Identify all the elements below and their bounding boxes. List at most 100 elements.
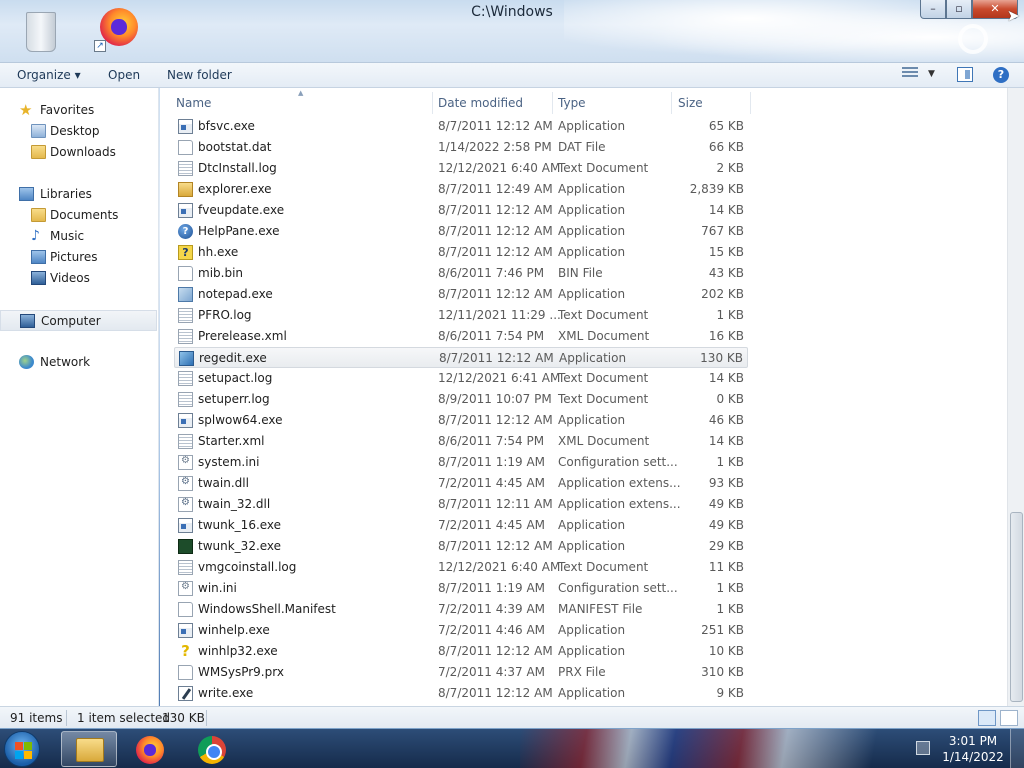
vertical-scrollbar[interactable]	[1007, 88, 1024, 706]
column-separator[interactable]	[432, 92, 433, 114]
file-type: MANIFEST File	[558, 602, 643, 616]
system-clock[interactable]: 3:01 PM 1/14/2022	[940, 733, 1006, 765]
table-row[interactable]: twunk_16.exe 7/2/2011 4:45 AM Application 4…	[174, 515, 748, 536]
help-icon[interactable]: ?	[993, 67, 1009, 83]
text-document-icon	[178, 161, 193, 176]
table-row[interactable]: twain.dll 7/2/2011 4:45 AM Application ext…	[174, 473, 748, 494]
table-row[interactable]: winhelp.exe 7/2/2011 4:46 AM Application 25…	[174, 620, 748, 641]
nav-downloads[interactable]: Downloads	[0, 142, 157, 163]
app-icon	[178, 119, 193, 134]
start-button[interactable]	[4, 731, 40, 767]
file-type: Application	[558, 203, 626, 217]
nav-libraries[interactable]: Libraries	[0, 184, 157, 205]
file-type: Text Document	[558, 161, 649, 175]
column-header-size[interactable]: Size	[678, 96, 703, 116]
column-separator[interactable]	[750, 92, 751, 114]
file-type: Configuration sett...	[558, 455, 678, 469]
config-file-icon	[178, 581, 193, 596]
table-row[interactable]: vmgcoinstall.log 12/12/2021 6:40 AM Text D…	[174, 557, 748, 578]
file-date-modified: 8/7/2011 12:12 AM	[438, 203, 553, 217]
file-type: Text Document	[558, 371, 649, 385]
nav-documents[interactable]: Documents	[0, 205, 157, 226]
status-separator	[206, 710, 207, 726]
taskbar-explorer-button[interactable]	[61, 731, 117, 767]
nav-pictures[interactable]: Pictures	[0, 247, 157, 268]
column-header-type[interactable]: Type	[558, 96, 586, 116]
file-name: winhlp32.exe	[198, 644, 278, 658]
table-row[interactable]: twunk_32.exe 8/7/2011 12:12 AM Application…	[174, 536, 748, 557]
file-size: 46 KB	[708, 413, 744, 427]
file-date-modified: 8/7/2011 12:12 AM	[438, 413, 553, 427]
preview-pane-icon[interactable]	[957, 67, 973, 82]
title-bar[interactable]: ↗ C:\Windows – ▫ ✕ ➤	[0, 0, 1024, 62]
table-row[interactable]: PFRO.log 12/11/2021 11:29 ... Text Documen…	[174, 305, 748, 326]
change-view-icon[interactable]	[902, 67, 918, 81]
nav-favorites-label: Favorites	[40, 103, 95, 117]
taskbar-chrome-button[interactable]	[184, 731, 240, 767]
table-row[interactable]: regedit.exe 8/7/2011 12:12 AM Application 1…	[174, 347, 748, 368]
details-view-icon[interactable]	[978, 710, 996, 726]
nav-desktop[interactable]: Desktop	[0, 121, 157, 142]
table-row[interactable]: Prerelease.xml 8/6/2011 7:54 PM XML Docume…	[174, 326, 748, 347]
config-file-icon	[178, 455, 193, 470]
show-desktop-button[interactable]	[1010, 729, 1024, 768]
file-name: win.ini	[198, 581, 237, 595]
network-icon	[19, 355, 34, 369]
table-row[interactable]: setupact.log 12/12/2021 6:41 AM Text Docum…	[174, 368, 748, 389]
new-folder-button[interactable]: New folder	[167, 68, 232, 82]
column-header-name[interactable]: Name	[176, 96, 211, 116]
help-document-icon: ?	[178, 245, 193, 260]
nav-pictures-label: Pictures	[50, 250, 98, 264]
column-header-date-modified[interactable]: Date modified	[438, 96, 523, 116]
nav-music-label: Music	[50, 229, 85, 243]
nav-desktop-label: Desktop	[50, 124, 100, 138]
file-size: 767 KB	[701, 224, 744, 238]
nav-music[interactable]: ♪ Music	[0, 226, 157, 247]
dll-icon	[178, 476, 193, 491]
file-size: 66 KB	[708, 140, 744, 154]
table-row[interactable]: mib.bin 8/6/2011 7:46 PM BIN File 43 KB	[174, 263, 748, 284]
column-separator[interactable]	[552, 92, 553, 114]
file-name: setuperr.log	[198, 392, 270, 406]
table-row[interactable]: explorer.exe 8/7/2011 12:49 AM Application…	[174, 179, 748, 200]
table-row[interactable]: ? HelpPane.exe 8/7/2011 12:12 AM Applicatio…	[174, 221, 748, 242]
scrollbar-thumb[interactable]	[1010, 512, 1023, 702]
file-type: Application	[558, 224, 626, 238]
table-row[interactable]: setuperr.log 8/9/2011 10:07 PM Text Docume…	[174, 389, 748, 410]
open-button[interactable]: Open	[108, 68, 140, 82]
nav-favorites[interactable]: ★ Favorites	[0, 100, 157, 121]
minimize-button[interactable]: –	[920, 0, 946, 19]
table-row[interactable]: splwow64.exe 8/7/2011 12:12 AM Application…	[174, 410, 748, 431]
table-row[interactable]: bootstat.dat 1/14/2022 2:58 PM DAT File 66 …	[174, 137, 748, 158]
table-row[interactable]: bfsvc.exe 8/7/2011 12:12 AM Application 65 …	[174, 116, 748, 137]
large-icons-view-icon[interactable]	[1000, 710, 1018, 726]
nav-videos-label: Videos	[50, 271, 90, 285]
table-row[interactable]: twain_32.dll 8/7/2011 12:11 AM Application…	[174, 494, 748, 515]
table-row[interactable]: Starter.xml 8/6/2011 7:54 PM XML Document 1…	[174, 431, 748, 452]
table-row[interactable]: DtcInstall.log 12/12/2021 6:40 AM Text Doc…	[174, 158, 748, 179]
table-row[interactable]: system.ini 8/7/2011 1:19 AM Configuration …	[174, 452, 748, 473]
table-row[interactable]: win.ini 8/7/2011 1:19 AM Configuration set…	[174, 578, 748, 599]
nav-computer[interactable]: Computer	[0, 310, 157, 331]
table-row[interactable]: WindowsShell.Manifest 7/2/2011 4:39 AM MAN…	[174, 599, 748, 620]
table-row[interactable]: write.exe 8/7/2011 12:12 AM Application 9 K…	[174, 683, 748, 704]
table-row[interactable]: ? winhlp32.exe 8/7/2011 12:12 AM Applicatio…	[174, 641, 748, 662]
file-date-modified: 7/2/2011 4:45 AM	[438, 518, 546, 532]
file-date-modified: 7/2/2011 4:37 AM	[438, 665, 546, 679]
view-options-arrow-icon[interactable]: ▼	[928, 69, 935, 79]
network-tray-icon[interactable]	[916, 741, 930, 755]
nav-videos[interactable]: Videos	[0, 268, 157, 289]
table-row[interactable]: fveupdate.exe 8/7/2011 12:12 AM Applicatio…	[174, 200, 748, 221]
nav-network[interactable]: Network	[0, 352, 157, 373]
table-row[interactable]: ? hh.exe 8/7/2011 12:12 AM Application 15 KB	[174, 242, 748, 263]
organize-button[interactable]: Organize ▾	[17, 68, 81, 82]
maximize-button[interactable]: ▫	[946, 0, 972, 19]
libraries-icon	[19, 187, 34, 201]
column-separator[interactable]	[671, 92, 672, 114]
file-name: system.ini	[198, 455, 260, 469]
table-row[interactable]: notepad.exe 8/7/2011 12:12 AM Application 2…	[174, 284, 748, 305]
gear-icon	[958, 24, 988, 54]
taskbar-firefox-button[interactable]	[122, 731, 178, 767]
table-row[interactable]: WMSysPr9.prx 7/2/2011 4:37 AM PRX File 310 …	[174, 662, 748, 683]
mouse-cursor-icon: ➤	[1006, 6, 1020, 25]
